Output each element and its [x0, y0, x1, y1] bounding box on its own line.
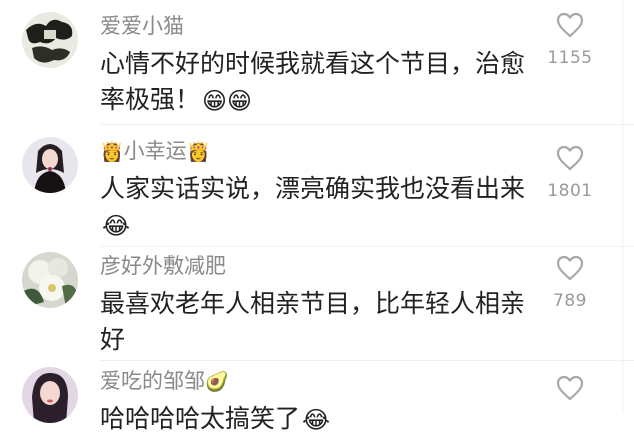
comment-text-body: 哈哈哈哈太搞笑了 [100, 404, 301, 433]
princess-emoji: 👸 [100, 141, 124, 163]
comment-text: 心情不好的时候我就看这个节目，治愈率极强！😁😁 [100, 46, 530, 119]
heart-outline-icon[interactable] [556, 375, 584, 401]
comment-text: 最喜欢老年人相亲节目，比年轻人相亲好 [100, 289, 526, 354]
comment-username[interactable]: 爱吃的邹邹🥑 [100, 367, 229, 396]
like-count: 1155 [547, 48, 593, 68]
heart-outline-icon[interactable] [556, 145, 584, 171]
avatar[interactable] [22, 367, 78, 423]
heart-outline-icon[interactable] [556, 255, 584, 281]
comment-username-text[interactable]: 小幸运 [124, 139, 187, 163]
like-count: 789 [553, 291, 587, 311]
avatar[interactable] [22, 12, 78, 68]
comment-text-body: 心情不好的时候我就看这个节目，治愈率极强！ [100, 49, 526, 114]
comment-username-text[interactable]: 爱吃的邹邹 [100, 369, 205, 393]
comment-text: 哈哈哈哈太搞笑了😂 [100, 401, 530, 438]
like-count: 1801 [547, 181, 593, 201]
divider [100, 246, 634, 247]
avocado-emoji: 🥑 [205, 371, 229, 393]
comment-username[interactable]: 👸小幸运👸 [100, 137, 210, 166]
laughing-emoji: 😂 [302, 406, 331, 434]
scroll-track [622, 0, 624, 414]
grin-emoji: 😁😁 [202, 87, 253, 115]
comment-text-body: 人家实话实说，漂亮确实我也没看出来 [100, 174, 526, 203]
divider [100, 360, 634, 361]
avatar[interactable] [22, 252, 78, 308]
like-button[interactable]: 789 [545, 255, 595, 311]
like-button[interactable]: 1155 [545, 12, 595, 68]
comment-username[interactable]: 彦好外敷减肥 [100, 252, 226, 280]
comment-text: 人家实话实说，漂亮确实我也没看出来 😂 [100, 171, 530, 244]
laughing-emoji: 😂 [102, 212, 131, 240]
like-button[interactable]: 1801 [545, 145, 595, 201]
princess-emoji: 👸 [186, 141, 211, 163]
avatar[interactable] [22, 137, 78, 193]
divider [100, 124, 634, 125]
comment-username[interactable]: 爱爱小猫 [100, 12, 184, 40]
heart-outline-icon[interactable] [556, 12, 584, 38]
like-button[interactable] [545, 375, 595, 401]
